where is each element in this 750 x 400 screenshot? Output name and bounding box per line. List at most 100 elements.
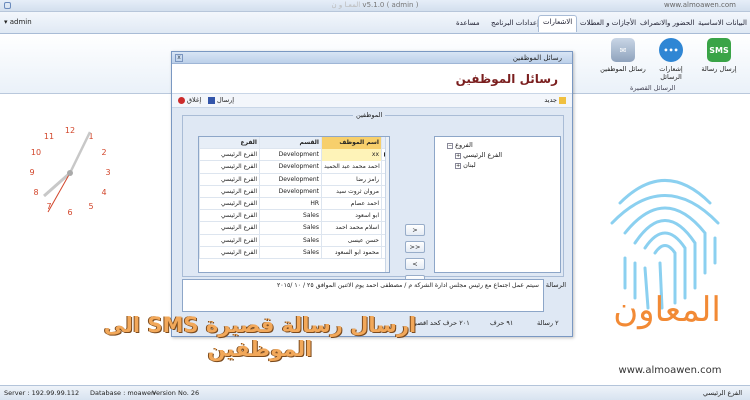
cell-dept: Sales — [259, 234, 321, 247]
status-branch: الفرع الرئيسي — [703, 389, 742, 397]
table-row[interactable]: الفرع الرئيسي Development رامز رضا — [199, 173, 389, 186]
tree-item[interactable]: + الفرع الرئيسي — [453, 151, 502, 159]
message-count: ٢ رسالة — [537, 319, 559, 327]
tab-attendance[interactable]: الحضور والانصراف — [636, 17, 698, 34]
employees-grid[interactable]: الفرع القسم اسم الموظف الفرع الرئيسي Dev… — [198, 136, 390, 273]
table-row[interactable]: الفرع الرئيسي Development xx ▶ — [199, 149, 389, 162]
tree-root-label: الفروع — [455, 141, 473, 149]
version-title: v5.1.0 ( admin ) — [362, 1, 419, 9]
dialog-header: رسائل الموظفين — [172, 64, 572, 94]
move-left-button[interactable]: < — [405, 258, 425, 270]
cell-dept: HR — [259, 198, 321, 210]
message-notifications-button[interactable]: ••• إشعارات الرسائل — [648, 38, 694, 84]
message-notifications-label: إشعارات الرسائل — [659, 65, 683, 81]
company-url: www.almoawen.com — [618, 365, 722, 376]
window-button[interactable] — [4, 2, 11, 9]
cell-name: حسن عيسى — [321, 234, 381, 247]
sms-group-label: الرسائل القصيرة — [630, 84, 676, 92]
cell-name: xx — [321, 149, 381, 162]
column-name[interactable]: اسم الموظف — [321, 137, 381, 149]
cell-dept: Sales — [259, 210, 321, 223]
grid-header: الفرع القسم اسم الموظف — [199, 137, 389, 150]
move-all-right-button[interactable]: >> — [405, 241, 425, 253]
expand-icon[interactable]: + — [455, 163, 461, 169]
tree-item-label: لبنان — [463, 161, 476, 169]
dialog-title-bar: x رسائل الموظفين — [172, 52, 572, 64]
cell-branch: الفرع الرئيسي — [199, 149, 259, 162]
tab-vacations[interactable]: الأجازات و العطلات — [576, 17, 640, 34]
table-row[interactable]: الفرع الرئيسي HR احمد عصام — [199, 198, 389, 211]
char-count: ٩١ حرف — [490, 319, 514, 327]
cell-branch: الفرع الرئيسي — [199, 173, 259, 186]
close-label: إغلاق — [187, 96, 202, 104]
table-row[interactable]: الفرع الرئيسي Sales ابو اسعود — [199, 210, 389, 223]
send-sms-button[interactable]: SMS إرسال رسالة — [696, 38, 742, 84]
cell-name: احمد عصام — [321, 198, 381, 210]
close-button[interactable]: إغلاق — [178, 96, 201, 104]
table-row[interactable]: الفرع الرئيسي Development احمد محمد عبد … — [199, 161, 389, 174]
move-right-button[interactable]: > — [405, 224, 425, 236]
cell-name: مروان ثروت سيد — [321, 185, 381, 198]
grid-scrollbar[interactable] — [385, 137, 389, 272]
brand-blur: المعـا و ن — [331, 1, 361, 9]
dialog-toolbar: جديد إرسال إغلاق — [172, 94, 572, 108]
send-label: إرسال — [217, 96, 235, 104]
column-branch[interactable]: الفرع — [199, 137, 259, 149]
column-dept[interactable]: القسم — [259, 137, 321, 149]
employee-messages-label: رسائل الموظفين — [600, 65, 646, 73]
cell-dept: Development — [259, 161, 321, 174]
send-sms-label: إرسال رسالة — [701, 65, 737, 73]
cell-branch: الفرع الرئيسي — [199, 198, 259, 210]
cell-name: رامز رضا — [321, 173, 381, 186]
window-title: المعـا و ن v5.1.0 ( admin ) — [0, 1, 750, 9]
cell-name: اسلام محمد احمد — [321, 222, 381, 235]
status-server: Server : 192.99.99.112 — [4, 389, 80, 397]
status-database: Database : moawen — [90, 389, 156, 397]
employee-messages-button[interactable]: ✉ رسائل الموظفين — [600, 38, 646, 84]
table-row[interactable]: الفرع الرئيسي Sales محمود ابو السعود — [199, 246, 389, 259]
message-label: الرسالة — [545, 281, 566, 289]
tree-item[interactable]: + لبنان — [453, 161, 476, 169]
tab-notifications[interactable]: الاشعارات — [538, 15, 578, 32]
close-icon[interactable]: x — [175, 54, 183, 62]
sms-icon: SMS — [707, 38, 731, 62]
table-row[interactable]: الفرع الرئيسي Sales اسلام محمد احمد — [199, 222, 389, 235]
status-bar: Server : 192.99.99.112 Database : moawen… — [0, 385, 750, 400]
company-logo: المعاون — [613, 290, 721, 330]
tree-root[interactable]: − الفروع — [445, 141, 473, 149]
cell-dept: Sales — [259, 222, 321, 235]
promo-headline: ارسال رسالة قصيرة SMS الى الموظفين — [103, 313, 417, 361]
collapse-icon[interactable]: − — [447, 143, 453, 149]
table-row[interactable]: الفرع الرئيسي Development مروان ثروت سيد — [199, 185, 389, 198]
cell-branch: الفرع الرئيسي — [199, 234, 259, 247]
cell-branch: الفرع الرئيسي — [199, 222, 259, 235]
analog-clock: 12 1 2 3 4 5 6 7 8 9 10 11 — [2, 118, 132, 228]
tab-help[interactable]: مساعدة — [452, 17, 484, 34]
dialog-title: رسائل الموظفين — [512, 54, 562, 62]
user-name: admin — [9, 18, 32, 26]
new-button[interactable]: جديد — [544, 96, 566, 104]
cell-name: احمد محمد عبد الحميد — [321, 161, 381, 174]
employee-messages-icon: ✉ — [611, 38, 635, 62]
cell-dept: Development — [259, 149, 321, 162]
cell-branch: الفرع الرئيسي — [199, 185, 259, 198]
employees-panel: الموظفين الفرع القسم اسم الموظف الفرع ال… — [182, 111, 564, 287]
send-button[interactable]: إرسال — [208, 96, 234, 104]
cell-branch: الفرع الرئيسي — [199, 161, 259, 174]
title-bar: www.almoawen.com المعـا و ن v5.1.0 ( adm… — [0, 0, 750, 12]
messages-icon: ••• — [659, 38, 683, 62]
employees-legend: الموظفين — [353, 111, 386, 119]
clock-hands — [43, 131, 92, 213]
cell-dept: Development — [259, 173, 321, 186]
employee-messages-dialog: x رسائل الموظفين رسائل الموظفين جديد إرس… — [171, 51, 573, 337]
expand-icon[interactable]: + — [455, 153, 461, 159]
message-textarea[interactable]: سيتم عمل اجتماع مع رئيس مجلس ادارة الشرك… — [182, 279, 544, 312]
tab-settings[interactable]: إعدادات البرنامج — [487, 17, 543, 34]
cell-name: محمود ابو السعود — [321, 246, 381, 259]
user-menu[interactable]: ▾ admin — [4, 18, 32, 26]
branches-tree[interactable]: − الفروع + الفرع الرئيسي + لبنان — [434, 136, 561, 273]
tab-basic-data[interactable]: البيانات الاساسية — [694, 17, 750, 34]
table-row[interactable]: الفرع الرئيسي Sales حسن عيسى — [199, 234, 389, 247]
cell-branch: الفرع الرئيسي — [199, 246, 259, 259]
save-icon — [208, 96, 215, 104]
